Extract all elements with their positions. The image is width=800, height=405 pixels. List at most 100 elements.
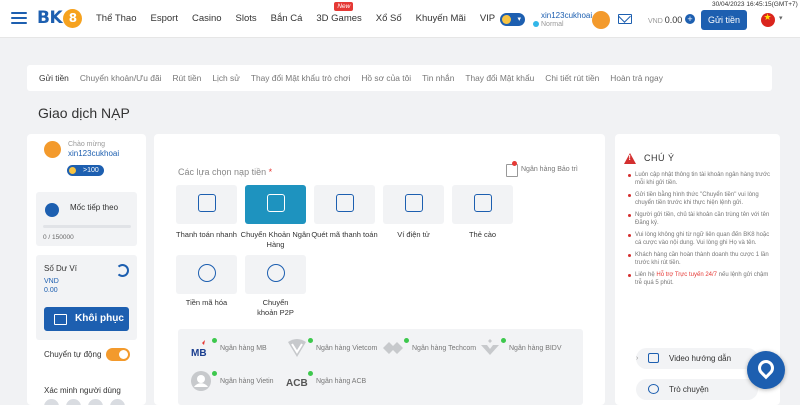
tab-messages[interactable]: Tin nhắn bbox=[422, 73, 454, 83]
video-guide-label: Video hướng dẫn bbox=[669, 354, 732, 363]
nav-item-vip[interactable]: VIP bbox=[480, 13, 495, 24]
video-guide-button[interactable]: › Video hướng dẫn bbox=[636, 348, 758, 369]
required-mark: * bbox=[268, 167, 273, 177]
tab-change-password[interactable]: Thay đổi Mật khẩu bbox=[465, 73, 534, 83]
bank-name: Ngân hàng Techcom bbox=[412, 344, 477, 352]
auto-transfer-label: Chuyển tự động bbox=[44, 350, 102, 359]
tab-deposit[interactable]: Gửi tiền bbox=[39, 73, 69, 83]
tab-game-password[interactable]: Thay đổi Mật khẩu trò chơi bbox=[251, 73, 351, 83]
nav-item-casino[interactable]: Casino bbox=[192, 13, 222, 24]
bank-option-bidv[interactable]: Ngân hàng BIDV bbox=[479, 337, 562, 359]
nav-item-3d-games[interactable]: New 3D Games bbox=[316, 2, 362, 24]
svg-text:MB: MB bbox=[191, 348, 207, 359]
nav-item-lottery[interactable]: Xổ Số bbox=[376, 13, 402, 24]
milestone-progress-text: 0 / 150000 bbox=[43, 234, 74, 241]
user-name: xin123cukhoai bbox=[68, 149, 120, 158]
acb-logo-icon: ACB bbox=[286, 370, 313, 392]
new-badge: New bbox=[334, 2, 354, 11]
notice-item: Gửi tiền bằng hình thức "Chuyển tiền" vu… bbox=[628, 192, 776, 207]
deposit-options-text: Các lựa chọn nạp tiền bbox=[178, 167, 267, 177]
bank-option-acb[interactable]: ACB Ngân hàng ACB bbox=[286, 370, 366, 392]
bank-name: Ngân hàng BIDV bbox=[509, 344, 562, 352]
tab-withdraw[interactable]: Rút tiền bbox=[172, 73, 201, 83]
tab-history[interactable]: Lịch sử bbox=[212, 73, 240, 83]
live-support-chat-icon[interactable] bbox=[747, 351, 785, 389]
mail-icon[interactable] bbox=[618, 14, 632, 24]
live-support-link[interactable]: Hỗ trợ Trực tuyến 24/7 bbox=[656, 272, 717, 278]
nav-item-esport[interactable]: Esport bbox=[151, 13, 178, 24]
milestone-progress-bar bbox=[43, 225, 131, 228]
method-e-wallet[interactable] bbox=[383, 185, 444, 224]
video-icon bbox=[648, 353, 659, 363]
verify-phone-icon[interactable] bbox=[66, 399, 81, 405]
bank-option-vietcom[interactable]: Ngân hàng Vietcom bbox=[286, 337, 377, 359]
verify-user-label: Xác minh người dùng bbox=[44, 386, 121, 395]
avatar[interactable] bbox=[592, 11, 610, 29]
warning-icon bbox=[624, 153, 636, 164]
nav-item-fishing[interactable]: Bắn Cá bbox=[271, 13, 303, 24]
verify-bank-icon[interactable] bbox=[110, 399, 125, 405]
fast-payment-icon bbox=[198, 194, 216, 212]
method-scratch-card[interactable] bbox=[452, 185, 513, 224]
notice-item-support: Liên hệ Hỗ trợ Trực tuyến 24/7 nếu lệnh … bbox=[628, 272, 776, 287]
user-status: Normal bbox=[533, 21, 564, 28]
scan-code-icon bbox=[336, 194, 354, 212]
bank-name: Ngân hàng MB bbox=[220, 344, 267, 352]
verify-id-icon[interactable] bbox=[88, 399, 103, 405]
page-title: Giao dịch NẠP bbox=[38, 105, 130, 121]
svg-text:ACB: ACB bbox=[286, 378, 308, 389]
refresh-icon[interactable] bbox=[116, 264, 129, 277]
notice-item: Vui lòng không ghi từ ngữ liên quan đến … bbox=[628, 232, 776, 247]
nav-item-slots[interactable]: Slots bbox=[236, 13, 257, 24]
bank-name: Ngân hàng ACB bbox=[316, 377, 367, 385]
tab-withdraw-details[interactable]: Chi tiết rút tiền bbox=[545, 73, 599, 83]
avatar bbox=[44, 141, 61, 158]
header-currency: VND bbox=[648, 18, 663, 25]
nav-item-sports[interactable]: Thể Thao bbox=[96, 13, 137, 24]
method-scan-code[interactable] bbox=[314, 185, 375, 224]
method-fast-payment[interactable] bbox=[176, 185, 237, 224]
header-username[interactable]: xin123cukhoai bbox=[541, 11, 592, 20]
method-label: Thẻ cào bbox=[468, 230, 497, 239]
bank-option-vietin[interactable]: Ngân hàng Vietin bbox=[190, 370, 274, 392]
bank-option-techcom[interactable]: Ngân hàng Techcom bbox=[382, 337, 476, 359]
chat-button[interactable]: Trò chuyện bbox=[636, 379, 758, 400]
maintenance-banks-link[interactable]: Ngân hàng Bảo trì bbox=[506, 161, 578, 177]
online-dot-icon bbox=[404, 338, 409, 343]
scratch-card-icon bbox=[474, 194, 492, 212]
restore-button[interactable]: Khôi phục bbox=[44, 307, 129, 331]
method-label: Chuyển khoản P2P bbox=[257, 298, 294, 317]
notice-title: CHÚ Ý bbox=[644, 153, 675, 163]
tab-transfer-promo[interactable]: Chuyển khoản/Ưu đãi bbox=[80, 73, 162, 83]
header-balance-amount: 0.00 bbox=[664, 15, 683, 25]
auto-transfer-toggle[interactable] bbox=[106, 348, 130, 361]
milestone-label: Mốc tiếp theo bbox=[70, 203, 119, 212]
next-milestone-box: Mốc tiếp theo 0 / 150000 bbox=[36, 192, 137, 246]
online-dot-icon bbox=[212, 338, 217, 343]
online-dot-icon bbox=[212, 371, 217, 376]
hamburger-menu-icon[interactable] bbox=[11, 12, 27, 24]
wallet-toggle[interactable]: ▾ bbox=[500, 13, 525, 26]
vietnam-flag-icon[interactable] bbox=[761, 12, 775, 27]
chevron-down-icon[interactable]: ▾ bbox=[779, 14, 783, 22]
deposit-options-card: Các lựa chọn nạp tiền * Ngân hàng Bảo tr… bbox=[154, 134, 605, 405]
add-funds-icon[interactable]: + bbox=[685, 14, 695, 24]
method-bank-transfer[interactable] bbox=[245, 185, 306, 224]
wallet-balance-box: Số Dư Ví VND 0.00 Khôi phục bbox=[36, 255, 137, 340]
tab-profile[interactable]: Hồ sơ của tôi bbox=[361, 73, 411, 83]
bank-name: Ngân hàng Vietcom bbox=[316, 344, 378, 352]
deposit-button[interactable]: Gửi tiền bbox=[701, 10, 747, 30]
verify-email-icon[interactable] bbox=[44, 399, 59, 405]
bank-option-mb[interactable]: MB Ngân hàng MB bbox=[190, 337, 267, 359]
tab-rebate[interactable]: Hoàn trả ngay bbox=[610, 73, 663, 83]
online-dot-icon bbox=[308, 371, 313, 376]
method-label: Tiền mã hóa bbox=[185, 298, 228, 307]
method-crypto[interactable] bbox=[176, 255, 237, 294]
balance-amount: 0.00 bbox=[44, 287, 58, 294]
crypto-icon bbox=[198, 264, 216, 282]
method-p2p[interactable] bbox=[245, 255, 306, 294]
brand-logo[interactable]: BK 8 bbox=[37, 6, 83, 30]
chat-label: Trò chuyện bbox=[669, 385, 709, 394]
nav-item-promotions[interactable]: Khuyến Mãi bbox=[416, 13, 466, 24]
balance-label: Số Dư Ví bbox=[44, 264, 77, 273]
